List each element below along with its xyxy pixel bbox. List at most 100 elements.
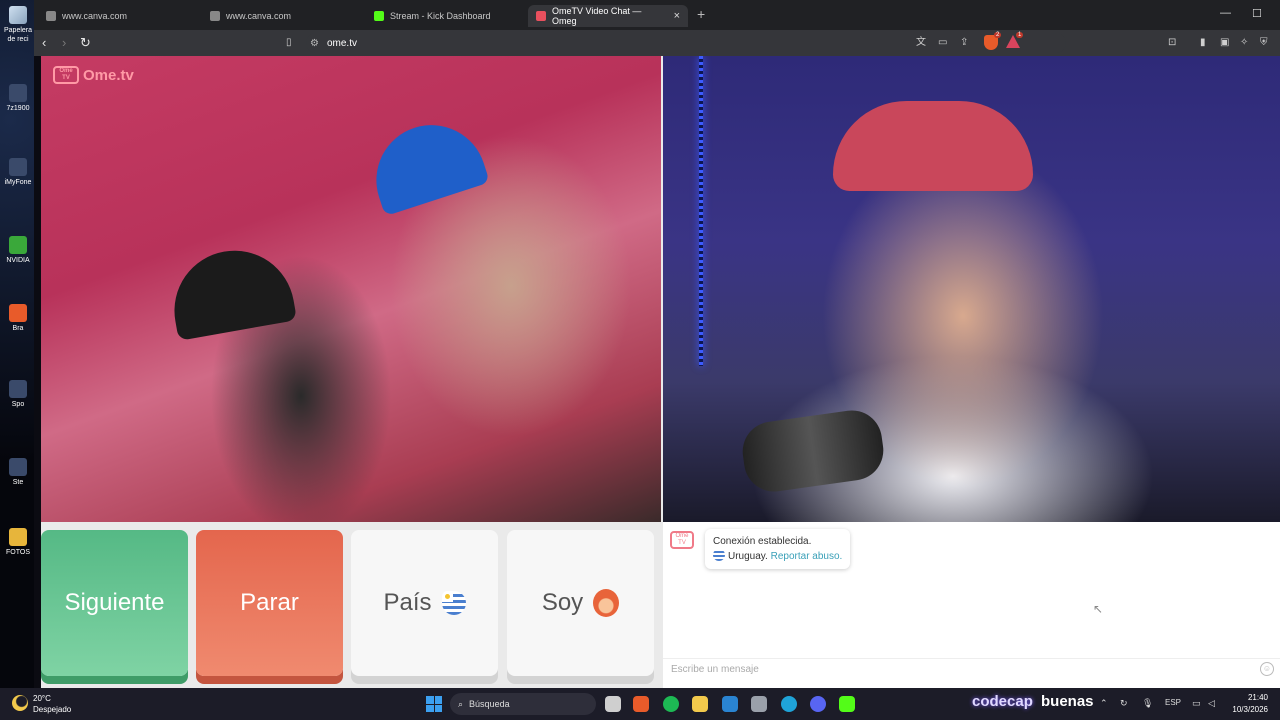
canva-icon: [46, 11, 56, 21]
system-message: Conexión establecida. Uruguay. Reportar …: [705, 529, 851, 569]
ometv-system-icon: Ome TV: [670, 531, 694, 549]
translate-icon[interactable]: 文: [916, 36, 926, 50]
taskbar: 20°C Despejado ⌕ Búsqueda codecap buenas…: [0, 688, 1280, 720]
tab-kick-dashboard[interactable]: Stream - Kick Dashboard: [366, 5, 526, 27]
video-subject: [362, 110, 490, 217]
uruguay-flag-icon: [441, 591, 466, 615]
maximize-icon[interactable]: ☐: [1252, 7, 1262, 20]
discord-icon[interactable]: [810, 696, 826, 712]
back-icon[interactable]: ‹: [42, 34, 46, 52]
kick-icon: [374, 11, 384, 21]
network-icon[interactable]: ▭: [1192, 698, 1201, 709]
close-tab-icon[interactable]: ×: [674, 10, 680, 22]
edge-icon[interactable]: [781, 696, 797, 712]
clock[interactable]: 21:40 10/3/2026: [1228, 692, 1268, 716]
gender-button[interactable]: Soy: [507, 530, 654, 676]
archive-icon: [9, 84, 27, 102]
app-icon: [9, 158, 27, 176]
partner-country: Uruguay.: [728, 551, 768, 562]
address-bar[interactable]: ⚙ ome.tv: [306, 33, 1066, 53]
woman-emoji-icon: [593, 589, 620, 617]
partner-country-line: Uruguay. Reportar abuso.: [713, 549, 842, 564]
sidebar-icon[interactable]: ▮: [1200, 36, 1206, 50]
ometv-logo[interactable]: Ome TV Ome.tv: [53, 66, 134, 84]
desktop-icon-fotos[interactable]: FOTOS: [2, 528, 34, 557]
chevron-up-icon[interactable]: ⌃: [1100, 698, 1108, 709]
emoji-icon[interactable]: ☺: [1260, 662, 1274, 676]
minimize-icon[interactable]: —: [1220, 7, 1231, 19]
tab-ometv[interactable]: OmeTV Video Chat — Omeg ×: [528, 5, 688, 27]
tab-canva-2[interactable]: www.canva.com: [202, 5, 362, 27]
new-tab-button[interactable]: +: [697, 6, 705, 22]
vpn-icon[interactable]: ⛨: [1260, 36, 1268, 50]
message-input[interactable]: [663, 659, 1243, 680]
partner-video: Ome TV Ome.tv: [41, 56, 661, 522]
search-icon: ⌕: [458, 698, 464, 709]
mail-icon[interactable]: [722, 696, 738, 712]
nvidia-icon: [9, 236, 27, 254]
microphone: [738, 406, 888, 496]
ometv-logo-icon: Ome TV: [53, 66, 79, 84]
browser-toolbar: ‹ › ↻ ▯ ⚙ ome.tv 文 ▭ ⇪ 2 1 ⊡ ▮ ▣ ✧ ⛨: [34, 30, 1280, 56]
tab-canva-1[interactable]: www.canva.com: [38, 5, 198, 27]
stop-button[interactable]: Parar: [196, 530, 343, 676]
screenshot-icon[interactable]: ⊡: [1168, 36, 1176, 50]
mouse-cursor-icon: ↖: [1093, 602, 1104, 616]
canva-icon: [210, 11, 220, 21]
country-button[interactable]: País: [351, 530, 498, 676]
windows-start-icon[interactable]: [426, 696, 442, 712]
desktop: Papelera de reci 7z1900 iMyFone NVIDIA B…: [0, 0, 34, 688]
brave-icon: [9, 304, 27, 322]
url-text: ome.tv: [326, 37, 357, 49]
wallet-icon[interactable]: ▣: [1220, 36, 1229, 50]
volume-icon[interactable]: ◁: [1208, 698, 1215, 709]
message-input-bar: ☺: [663, 658, 1280, 680]
microphone-icon[interactable]: 🎙: [1142, 698, 1153, 709]
brave-icon[interactable]: [633, 696, 649, 712]
app-icon: [9, 380, 27, 398]
desktop-icon-7zip[interactable]: 7z1900: [2, 84, 34, 113]
taskbar-search[interactable]: ⌕ Búsqueda: [450, 693, 596, 715]
kick-icon[interactable]: [839, 696, 855, 712]
desktop-icon-spotify[interactable]: Spo: [2, 380, 34, 409]
report-abuse-link[interactable]: Reportar abuso.: [771, 551, 843, 562]
desktop-icon-imyfone[interactable]: iMyFone: [2, 158, 34, 187]
weather-moon-icon[interactable]: [12, 695, 28, 711]
browser-tab-bar: www.canva.com www.canva.com Stream - Kic…: [34, 0, 1280, 30]
share-icon[interactable]: ⇪: [960, 36, 968, 50]
folder-icon: [9, 528, 27, 546]
weather-widget[interactable]: 20°C Despejado: [33, 693, 71, 715]
chat-controls: Siguiente Parar País Soy: [41, 530, 656, 678]
steam-icon: [9, 458, 27, 476]
language-indicator[interactable]: ESP: [1165, 698, 1181, 707]
reload-icon[interactable]: ↻: [80, 34, 91, 52]
video-subject: [164, 241, 298, 341]
desktop-icon-brave[interactable]: Bra: [2, 304, 34, 333]
file-explorer-icon[interactable]: [692, 696, 708, 712]
desktop-icon-nvidia[interactable]: NVIDIA: [2, 236, 34, 265]
desktop-icon-steam[interactable]: Ste: [2, 458, 34, 487]
forward-icon[interactable]: ›: [62, 34, 66, 52]
chat-panel: Ome TV Conexión establecida. Uruguay. Re…: [663, 522, 1280, 688]
sync-icon[interactable]: ↻: [1120, 698, 1128, 709]
desktop-icon-recycle-bin[interactable]: Papelera de reci: [2, 6, 34, 44]
ometv-logo-text: Ome.tv: [83, 66, 134, 84]
bookmark-icon[interactable]: ▯: [286, 36, 292, 50]
spotify-icon[interactable]: [663, 696, 679, 712]
self-video: [663, 56, 1280, 522]
stream-overlay-name: codecap: [972, 693, 1033, 710]
uruguay-flag-icon: [713, 549, 725, 561]
connection-status: Conexión establecida.: [713, 536, 812, 547]
ometv-page: Ome TV Ome.tv Siguiente Parar País Soy O…: [41, 56, 1280, 688]
stream-overlay-greeting: buenas: [1041, 693, 1094, 710]
ometv-icon: [536, 11, 546, 21]
task-view-icon[interactable]: [605, 696, 621, 712]
store-icon[interactable]: [751, 696, 767, 712]
cast-icon[interactable]: ▭: [938, 36, 947, 50]
video-subject: [833, 101, 1033, 191]
site-info-icon[interactable]: ⚙: [310, 38, 319, 49]
recycle-bin-icon: [9, 6, 27, 24]
led-strip: [699, 56, 703, 366]
leo-ai-icon[interactable]: ✧: [1240, 36, 1248, 50]
next-button[interactable]: Siguiente: [41, 530, 188, 676]
